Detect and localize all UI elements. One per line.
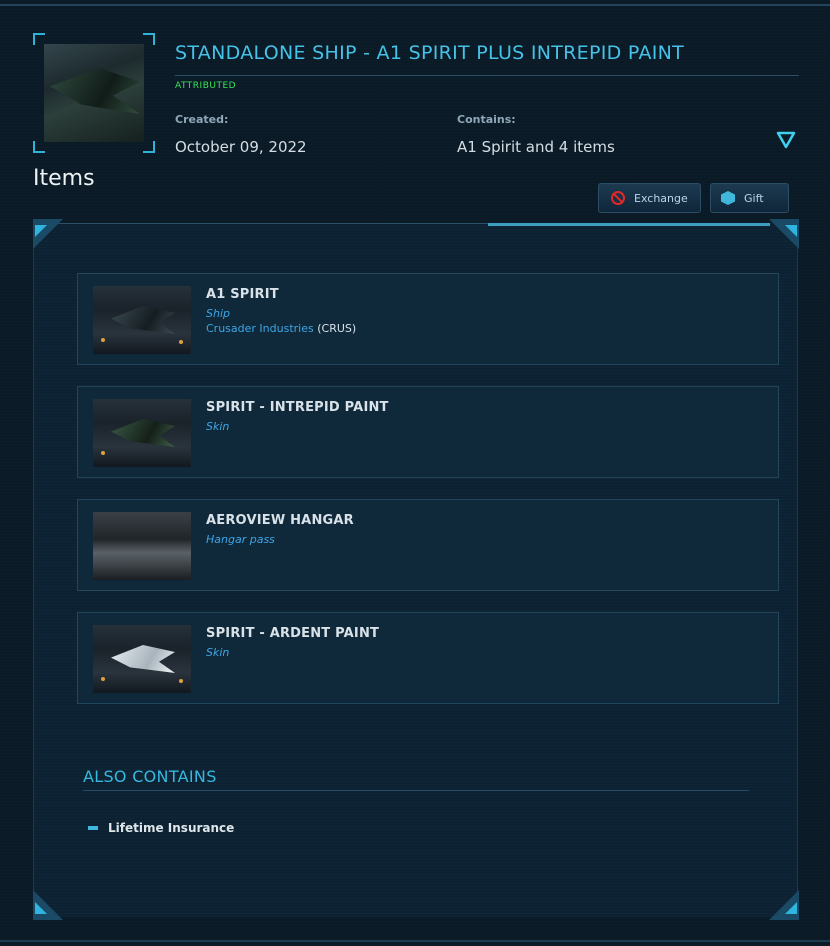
also-contains-heading: ALSO CONTAINS [83,767,217,786]
attributed-badge: ATTRIBUTED [175,81,237,91]
gift-button[interactable]: Gift [710,183,789,213]
corner-bracket-icon [33,219,63,249]
item-manufacturer: Crusader Industries (CRUS) [206,322,356,335]
contains-summary: A1 Spirit and 4 items [457,138,615,156]
item-name: A1 SPIRIT [206,287,279,302]
item-card[interactable]: SPIRIT - ARDENT PAINT Skin [77,612,779,704]
also-contains-item: Lifetime Insurance [108,821,235,835]
exchange-button-label: Exchange [634,191,688,205]
corner-bracket-icon [769,219,799,249]
item-image [93,399,191,467]
corner-bracket-icon [33,890,63,920]
item-type: Skin [206,646,230,659]
bottom-divider [0,940,830,942]
package-thumbnail [33,33,155,153]
bullet-icon [88,826,98,830]
panel-top-accent [488,223,770,226]
no-entry-icon [611,191,625,205]
gift-button-label: Gift [744,191,764,205]
item-type: Skin [206,420,230,433]
item-card[interactable]: A1 SPIRIT Ship Crusader Industries (CRUS… [77,273,779,365]
top-divider [0,4,830,6]
corner-bracket-icon [769,890,799,920]
item-name: SPIRIT - INTREPID PAINT [206,400,389,415]
also-contains-divider [83,790,749,791]
item-image [93,512,191,580]
created-date: October 09, 2022 [175,138,307,156]
item-name: SPIRIT - ARDENT PAINT [206,626,380,641]
item-name: AEROVIEW HANGAR [206,513,354,528]
package-title: STANDALONE SHIP - A1 SPIRIT PLUS INTREPI… [175,42,685,64]
cube-icon [721,191,735,205]
exchange-button[interactable]: Exchange [598,183,701,213]
item-image [93,286,191,354]
item-type: Ship [206,307,230,320]
ship-image [44,44,144,142]
item-image [93,625,191,693]
triangle-down-icon[interactable] [776,130,796,150]
items-heading: Items [33,166,95,191]
title-divider [175,75,799,76]
item-card[interactable]: SPIRIT - INTREPID PAINT Skin [77,386,779,478]
manufacturer-code: (CRUS) [317,322,357,335]
contains-label: Contains: [457,113,516,126]
item-type: Hangar pass [206,533,275,546]
manufacturer-name: Crusader Industries [206,322,314,335]
created-label: Created: [175,113,229,126]
item-card[interactable]: AEROVIEW HANGAR Hangar pass [77,499,779,591]
